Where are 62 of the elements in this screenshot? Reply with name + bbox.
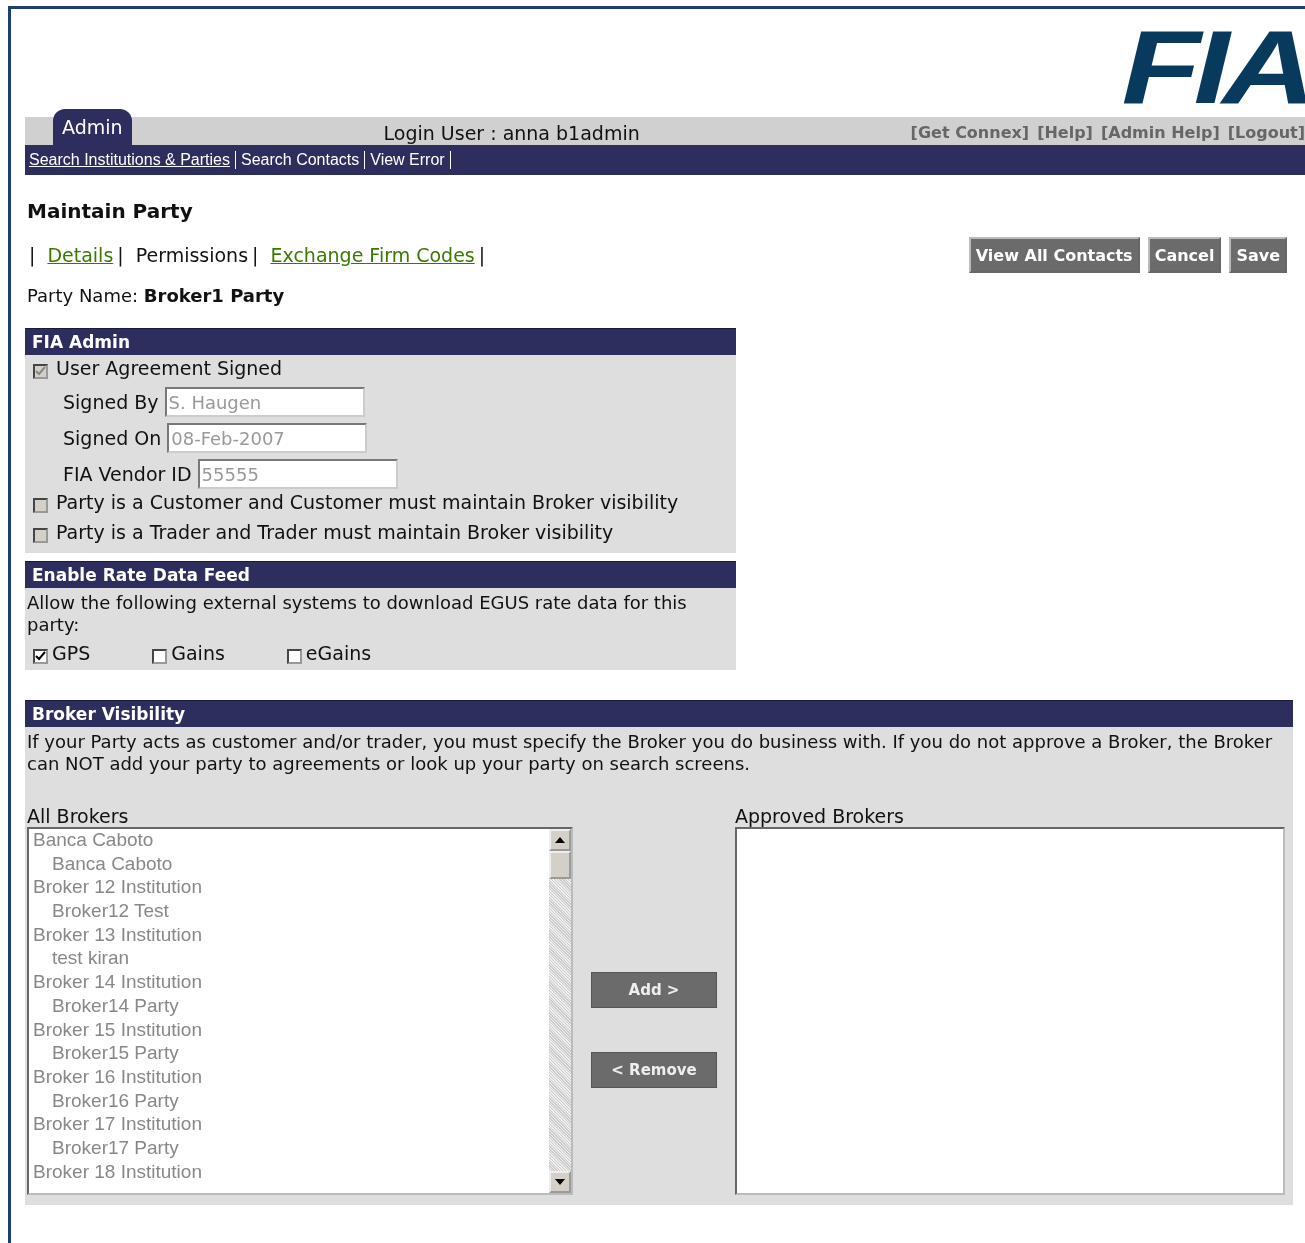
- nav-link[interactable]: View Error: [370, 151, 451, 169]
- list-item[interactable]: Broker16 Party: [33, 1089, 545, 1114]
- checkbox[interactable]: [33, 648, 48, 664]
- list-item[interactable]: Broker 14 Institution: [33, 971, 545, 995]
- sub-tab[interactable]: Details: [47, 244, 114, 266]
- party-name: Party Name: Broker1 Party: [27, 285, 286, 306]
- section-header: Enable Rate Data Feed: [25, 561, 736, 588]
- action-button[interactable]: Cancel: [1147, 237, 1222, 273]
- separator: |: [478, 244, 486, 266]
- scroll-thumb[interactable]: [549, 851, 571, 879]
- separator: |: [252, 244, 259, 266]
- action-button[interactable]: Save: [1229, 237, 1287, 273]
- checkbox[interactable]: [286, 648, 302, 664]
- page-title: Maintain Party: [27, 199, 194, 223]
- field-label: Signed By: [63, 391, 159, 413]
- sub-tab[interactable]: Exchange Firm Codes: [270, 244, 475, 266]
- action-button[interactable]: View All Contacts: [968, 237, 1140, 273]
- field-label: Signed On: [63, 427, 162, 449]
- nav-link[interactable]: Search Contacts: [241, 151, 366, 169]
- admin-tab[interactable]: Admin: [53, 109, 132, 145]
- list-item[interactable]: Broker15 Party: [33, 1042, 545, 1066]
- list-label: All Brokers: [27, 805, 130, 827]
- section-text: If your Party acts as customer and/or trader, you must specify the Broker you do business with. If you do not approve a Broker, the Broker can NOT add your party to agreements or look up your party on search screens.: [27, 731, 1274, 775]
- list-item[interactable]: Banca Caboto: [33, 852, 545, 877]
- header-link[interactable]: [Logout]: [1227, 123, 1305, 142]
- section-text: Allow the following external systems to download EGUS rate data for this party:: [27, 592, 688, 636]
- header-link[interactable]: [Admin Help]: [1100, 123, 1220, 142]
- list-item[interactable]: Broker 18 Institution: [33, 1160, 545, 1185]
- list-item[interactable]: Broker 17 Institution: [33, 1113, 545, 1137]
- logo: FIA: [1122, 27, 1305, 107]
- up-arrow-icon[interactable]: [555, 837, 565, 843]
- section-header: Broker Visibility: [25, 700, 1293, 727]
- list-item[interactable]: Broker12 Test: [33, 900, 545, 924]
- down-arrow-icon[interactable]: [555, 1179, 565, 1185]
- list-item[interactable]: Broker 15 Institution: [33, 1018, 545, 1043]
- field-label: FIA Vendor ID: [63, 463, 192, 485]
- list-item[interactable]: Broker17 Party: [33, 1136, 545, 1161]
- checkbox-label: Party is a Trader and Trader must maintain Broker visibility: [56, 521, 614, 543]
- move-button[interactable]: Add >: [591, 972, 717, 1008]
- checkbox[interactable]: [152, 648, 168, 664]
- list-item[interactable]: Banca Caboto: [33, 829, 545, 853]
- nav-link[interactable]: Search Institutions & Parties: [29, 151, 236, 169]
- header-link[interactable]: [Get Connex]: [910, 123, 1030, 142]
- list-item[interactable]: test kiran: [33, 947, 545, 972]
- list-item[interactable]: Broker 12 Institution: [33, 876, 545, 901]
- sub-tab[interactable]: Permissions: [135, 244, 249, 266]
- login-user: Login User : anna b1admin: [383, 122, 640, 145]
- section-header: FIA Admin: [25, 328, 736, 355]
- checkbox-label: GPS: [52, 642, 91, 664]
- list-item[interactable]: Broker 16 Institution: [33, 1065, 545, 1090]
- move-button[interactable]: < Remove: [591, 1052, 717, 1088]
- separator: |: [29, 244, 36, 266]
- scrollbar[interactable]: [549, 829, 571, 1193]
- checkbox-label: User Agreement Signed: [56, 357, 283, 379]
- list-item[interactable]: Broker14 Party: [33, 994, 545, 1019]
- checkbox-label: eGains: [305, 642, 372, 664]
- checkbox-label: Party is a Customer and Customer must maintain Broker visibility: [56, 491, 679, 513]
- separator: |: [117, 244, 124, 266]
- header-link[interactable]: [Help]: [1037, 123, 1093, 142]
- list-label: Approved Brokers: [735, 805, 905, 827]
- list-item[interactable]: Broker 13 Institution: [33, 923, 545, 948]
- checkbox-label: Gains: [171, 642, 225, 664]
